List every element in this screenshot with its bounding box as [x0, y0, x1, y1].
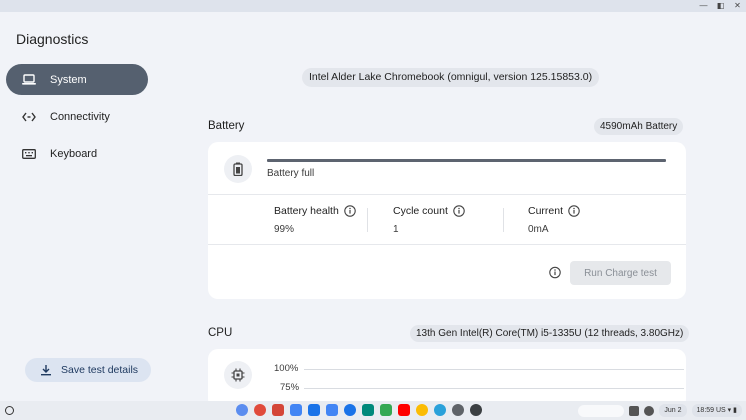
- settings-app-icon[interactable]: [452, 404, 464, 416]
- battery-status-icon: ▮: [733, 407, 737, 414]
- sidebar-nav: System Connectivity Keyboard: [6, 64, 148, 175]
- battery-capacity-pill: 4590mAh Battery: [594, 118, 684, 135]
- cpu-gridline: [304, 388, 684, 389]
- cpu-chip-icon: [224, 361, 252, 389]
- sidebar-item-label: System: [50, 73, 87, 86]
- battery-charge-bar: [267, 159, 666, 162]
- cpu-model-pill: 13th Gen Intel(R) Core(TM) i5-1335U (12 …: [410, 325, 690, 342]
- tote-icon[interactable]: [629, 405, 640, 416]
- launcher-icon[interactable]: [5, 406, 14, 415]
- keyboard-icon: [22, 147, 36, 161]
- battery-health-value: 99%: [274, 224, 295, 235]
- download-icon: [39, 363, 53, 377]
- cpu-gridline-label: 75%: [280, 382, 300, 393]
- battery-icon: [224, 155, 252, 183]
- wifi-icon: ▾: [727, 407, 732, 414]
- docs-app-icon[interactable]: [326, 404, 338, 416]
- stat-separator: [367, 208, 368, 232]
- title-bar: — ◧ ✕: [0, 0, 746, 12]
- cpu-section-title: CPU: [208, 327, 233, 339]
- play-store-app-icon[interactable]: [380, 404, 392, 416]
- files-app-icon[interactable]: [308, 404, 320, 416]
- sidebar-item-keyboard[interactable]: Keyboard: [6, 138, 148, 169]
- cpu-gridline: [304, 369, 684, 370]
- close-button[interactable]: ✕: [733, 1, 742, 11]
- app-title: Diagnostics: [16, 31, 89, 47]
- messages-app-icon[interactable]: [344, 404, 356, 416]
- youtube-app-icon[interactable]: [398, 404, 410, 416]
- system-tray: Jun 2 18:59 US ▾ ▮: [578, 404, 742, 417]
- battery-health-label: Battery health: [274, 205, 339, 217]
- diagnostics-app-icon[interactable]: [470, 404, 482, 416]
- cycle-count-value: 1: [393, 224, 399, 235]
- sidebar-item-label: Connectivity: [50, 110, 110, 123]
- gmail-app-icon[interactable]: [272, 404, 284, 416]
- code-arrows-icon: [22, 110, 36, 124]
- battery-charge-fill: [267, 159, 666, 162]
- info-icon[interactable]: [344, 205, 356, 217]
- sidebar-item-system[interactable]: System: [6, 64, 148, 95]
- current-stat: Current 0mA: [528, 205, 580, 235]
- telegram-app-icon[interactable]: [434, 404, 446, 416]
- assistant-app-icon[interactable]: [236, 404, 248, 416]
- device-name: Intel Alder Lake Chromebook: [309, 71, 445, 83]
- save-test-details-label: Save test details: [61, 364, 139, 376]
- save-test-details-button[interactable]: Save test details: [25, 358, 151, 382]
- status-area[interactable]: 18:59 US ▾ ▮: [691, 404, 742, 417]
- photos-app-icon[interactable]: [416, 404, 428, 416]
- date-indicator[interactable]: Jun 2: [659, 404, 687, 417]
- run-charge-test-button[interactable]: Run Charge test: [570, 261, 671, 285]
- cycle-count-stat: Cycle count 1: [393, 205, 465, 235]
- info-icon[interactable]: [568, 205, 580, 217]
- laptop-icon: [22, 73, 36, 87]
- clock-time: 18:59 US: [696, 407, 726, 414]
- battery-card: Battery full Battery health 99% Cycle co…: [208, 142, 686, 299]
- meet-app-icon[interactable]: [362, 404, 374, 416]
- battery-section-title: Battery: [208, 120, 245, 132]
- sidebar-item-connectivity[interactable]: Connectivity: [6, 101, 148, 132]
- window-controls: — ◧ ✕: [699, 1, 742, 11]
- cpu-gridline-label: 100%: [274, 363, 299, 374]
- current-label: Current: [528, 205, 564, 217]
- minimize-button[interactable]: —: [699, 1, 708, 11]
- stat-separator: [503, 208, 504, 232]
- device-info-pill: Intel Alder Lake Chromebook (omnigul, ve…: [302, 68, 600, 87]
- calendar-app-icon[interactable]: [290, 404, 302, 416]
- cpu-card: 100% 75%: [208, 349, 686, 409]
- maximize-button[interactable]: ◧: [716, 1, 725, 11]
- device-meta: (omnigul, version 125.15853.0): [447, 71, 593, 83]
- current-value: 0mA: [528, 224, 549, 235]
- chrome-app-icon[interactable]: [254, 404, 266, 416]
- info-icon[interactable]: [549, 266, 561, 279]
- notification-icon[interactable]: [644, 405, 655, 416]
- shelf-apps: [236, 404, 482, 416]
- tray-pod[interactable]: [578, 404, 625, 417]
- system-shelf: Jun 2 18:59 US ▾ ▮: [0, 401, 746, 420]
- divider: [208, 244, 686, 245]
- divider: [208, 194, 686, 195]
- cycle-count-label: Cycle count: [393, 205, 448, 217]
- battery-health-stat: Battery health 99%: [274, 205, 356, 235]
- sidebar-item-label: Keyboard: [50, 147, 98, 160]
- info-icon[interactable]: [453, 205, 465, 217]
- battery-status-text: Battery full: [267, 168, 315, 179]
